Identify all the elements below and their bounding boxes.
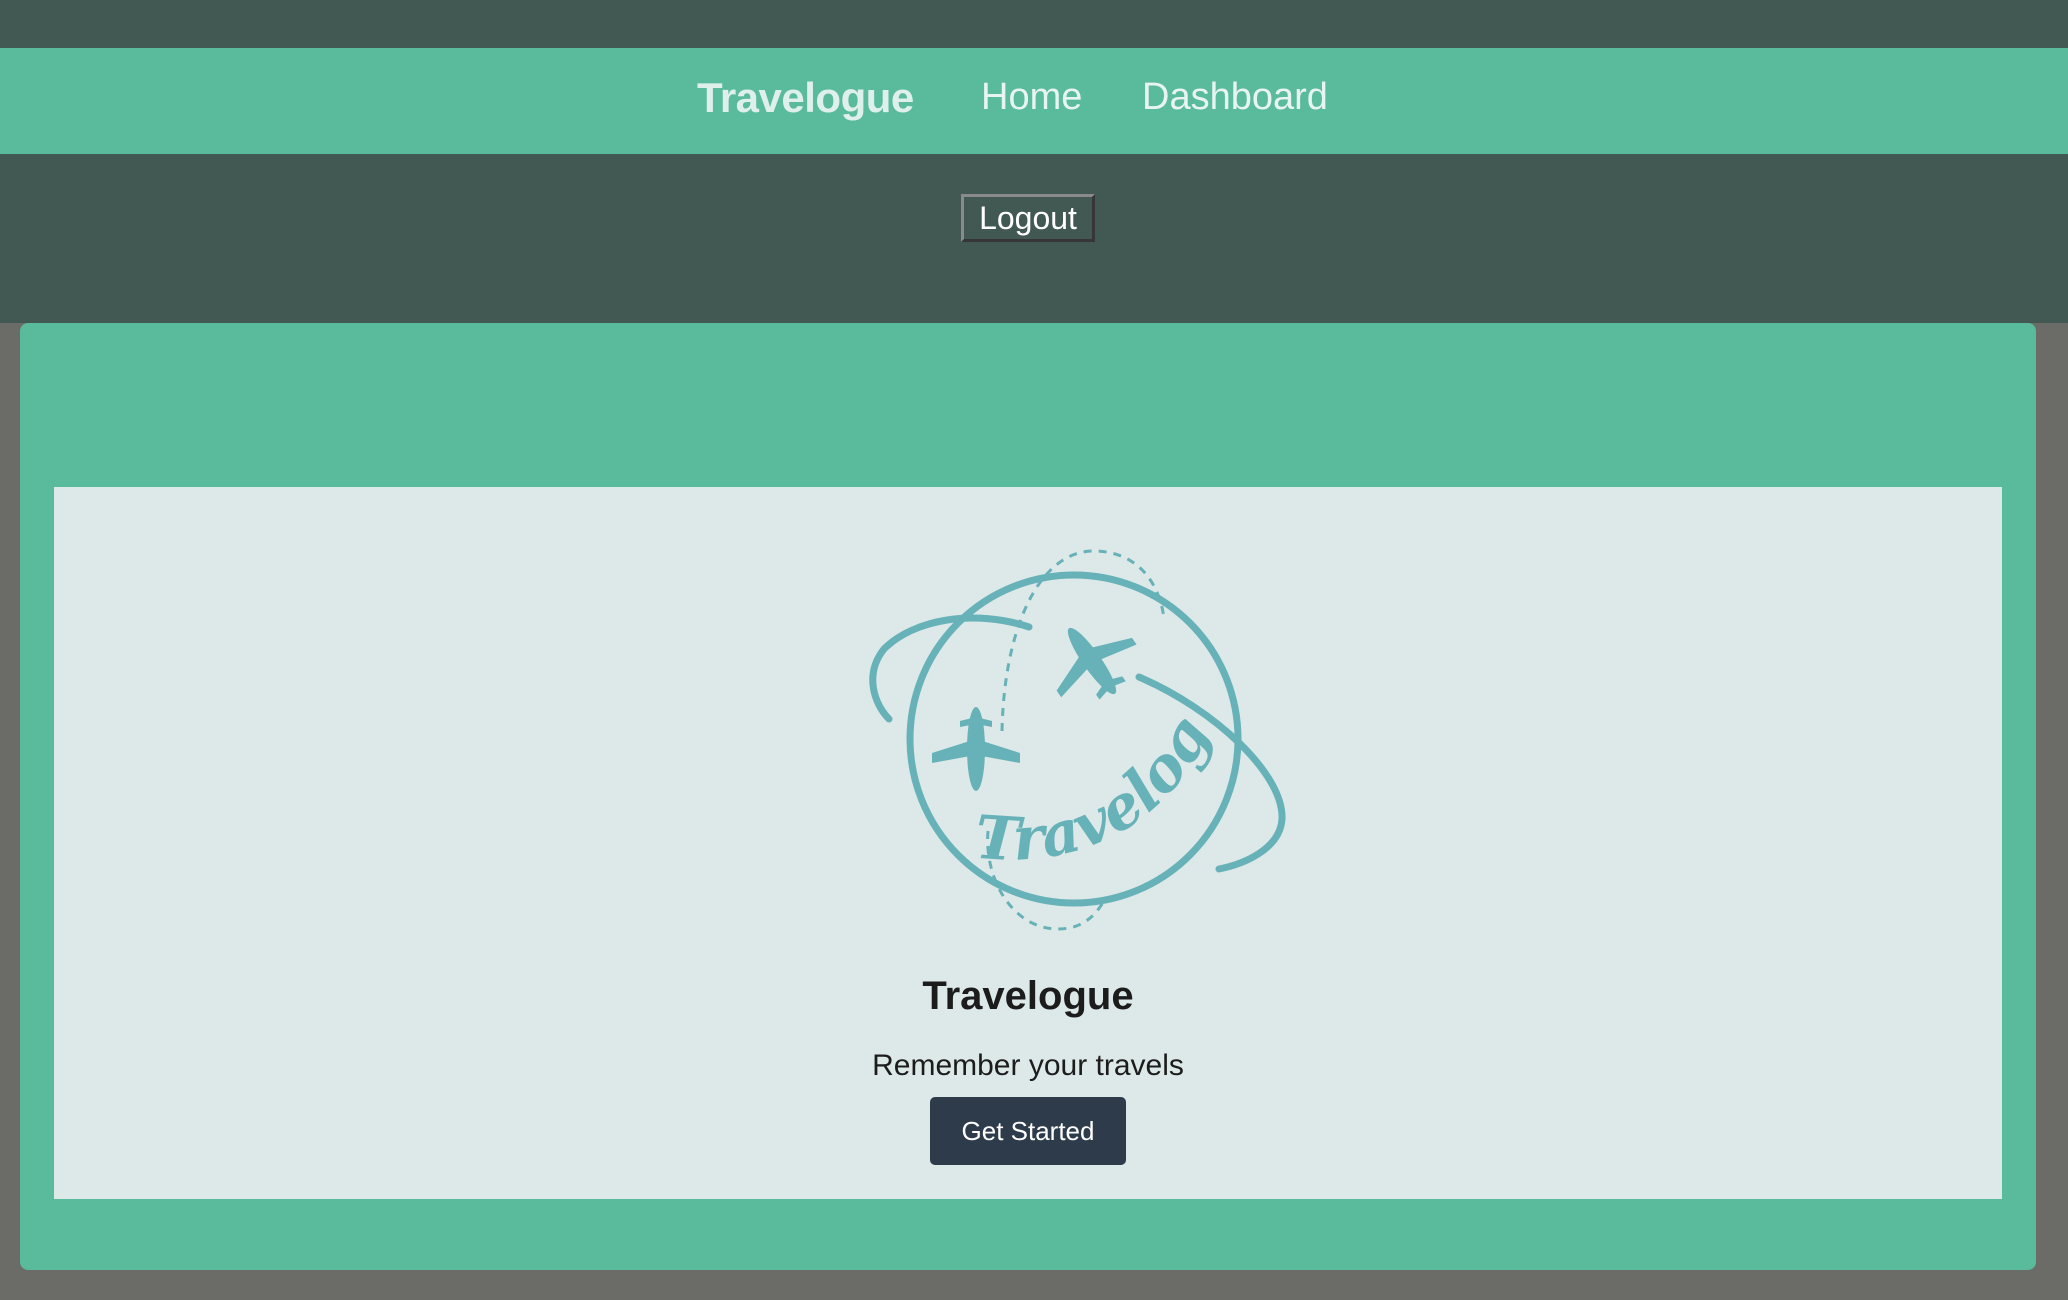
hero-section: Travelogue Travelogue Remember your trav… <box>54 487 2002 1199</box>
hero-title: Travelogue <box>922 974 1134 1018</box>
logout-button[interactable]: Logout <box>961 194 1095 242</box>
hero-subtitle: Remember your travels <box>872 1049 1184 1082</box>
travelogue-logo-icon: Travelogue <box>834 509 1286 931</box>
navbar: Travelogue Home Dashboard <box>0 48 2068 154</box>
nav-link-home[interactable]: Home <box>981 76 1082 119</box>
main-card: Travelogue Travelogue Remember your trav… <box>20 323 2036 1270</box>
user-bar: Logout <box>0 154 2068 323</box>
nav-link-dashboard[interactable]: Dashboard <box>1142 76 1328 119</box>
get-started-button[interactable]: Get Started <box>930 1097 1126 1165</box>
brand-link[interactable]: Travelogue <box>697 74 914 122</box>
top-strip <box>0 0 2068 48</box>
